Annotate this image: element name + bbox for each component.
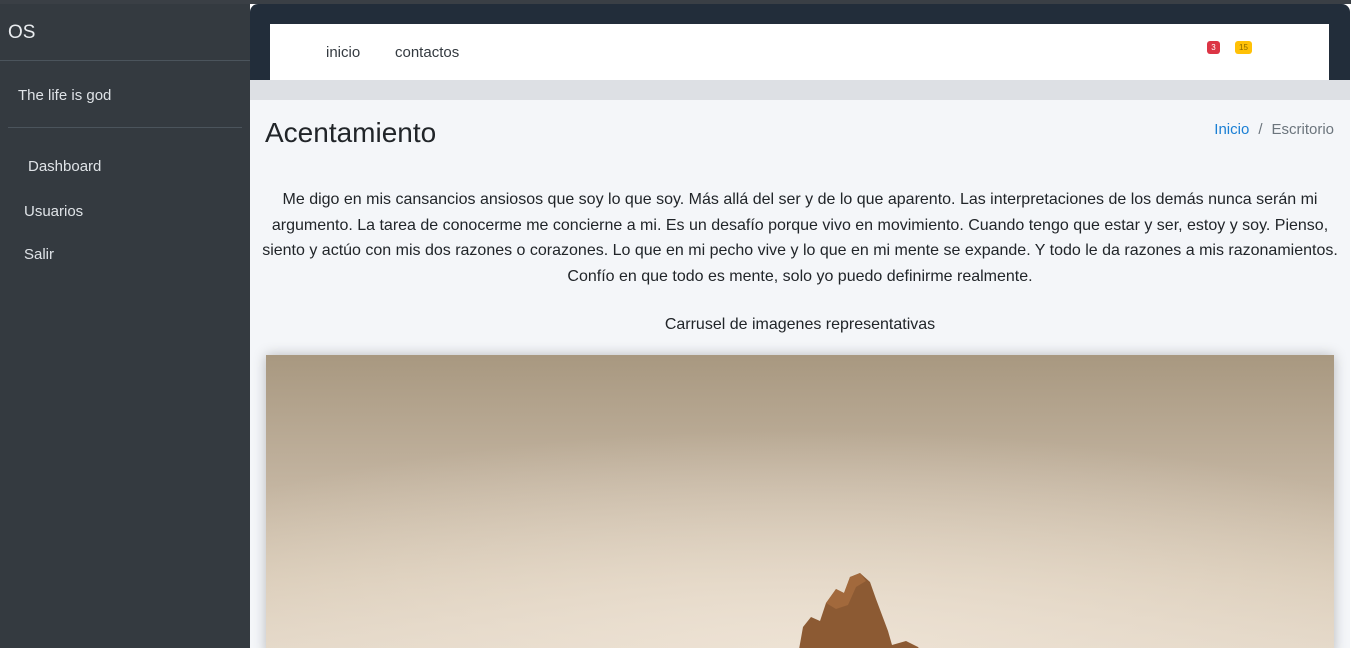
carousel-image: [266, 355, 1334, 648]
notification-badge-yellow[interactable]: 15: [1235, 41, 1252, 54]
page-title: Acentamiento: [265, 117, 437, 148]
breadcrumb: Inicio / Escritorio: [1214, 121, 1334, 138]
carousel-caption: Carrusel de imagenes representativas: [664, 316, 936, 333]
nav-link-inicio[interactable]: inicio: [326, 44, 360, 61]
sidebar-item-dashboard[interactable]: Dashboard: [28, 158, 101, 175]
sidebar-brand[interactable]: OS: [0, 4, 250, 61]
header-band: [250, 80, 1350, 100]
image-carousel[interactable]: [266, 355, 1334, 648]
user-panel: The life is god: [8, 61, 242, 128]
brand-text: OS: [8, 22, 36, 43]
breadcrumb-separator: /: [1258, 121, 1263, 138]
sidebar-item-usuarios[interactable]: Usuarios: [24, 203, 83, 220]
intro-paragraph: Me digo en mis cansancios ansiosos que s…: [262, 191, 1338, 285]
breadcrumb-current: Escritorio: [1271, 121, 1334, 138]
sidebar-item-salir[interactable]: Salir: [24, 246, 54, 263]
breadcrumb-home-link[interactable]: Inicio: [1214, 121, 1249, 138]
notification-badge-red[interactable]: 3: [1207, 41, 1220, 54]
content-wrapper: inicio contactos 3 15 Acentamiento Inici…: [250, 4, 1350, 648]
top-navbar: inicio contactos 3 15: [270, 24, 1329, 80]
nav-link-contactos[interactable]: contactos: [395, 44, 459, 61]
sidebar: OS The life is god Dashboard Usuarios Sa…: [0, 4, 250, 648]
user-name[interactable]: The life is god: [18, 87, 111, 104]
